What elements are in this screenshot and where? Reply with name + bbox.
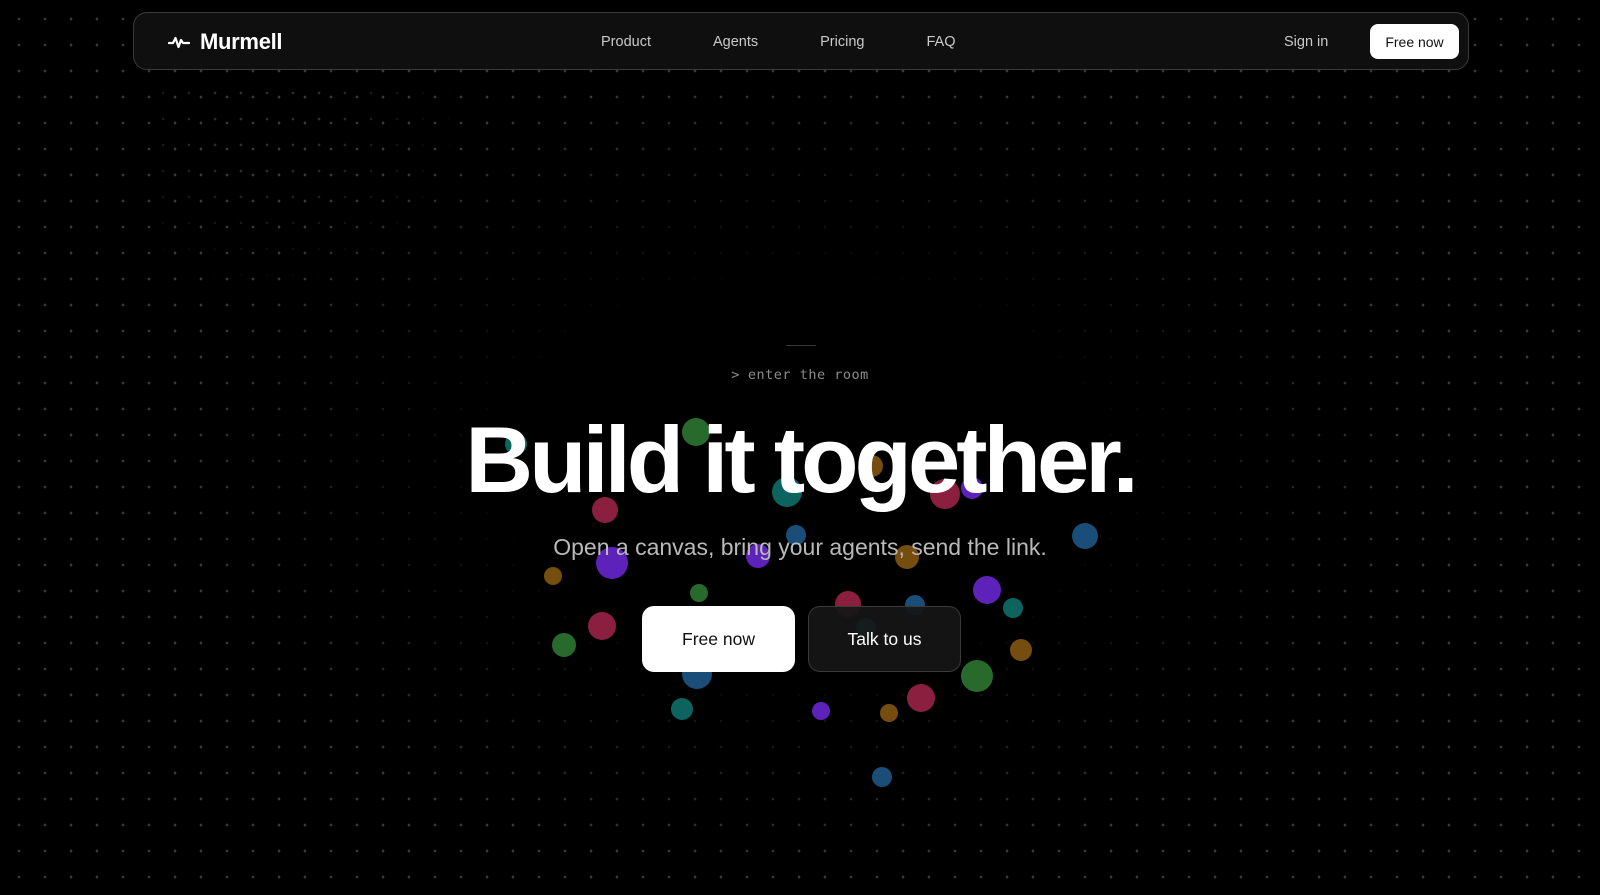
landing-page: Murmell Product Agents Pricing FAQ Sign …: [0, 0, 1600, 895]
orb: [1003, 598, 1023, 618]
orb: [552, 633, 576, 657]
orb: [544, 567, 562, 585]
orb: [961, 660, 993, 692]
orb: [973, 576, 1001, 604]
orb: [588, 612, 616, 640]
talk-to-us-button[interactable]: Talk to us: [808, 606, 961, 672]
orb: [671, 698, 693, 720]
orb: [872, 767, 892, 787]
orb: [812, 702, 830, 720]
orb: [907, 684, 935, 712]
orb: [1010, 639, 1032, 661]
hero-headline: Build it together.: [465, 407, 1139, 512]
orb: [690, 584, 708, 602]
hero-subhead: Open a canvas, bring your agents, send t…: [553, 534, 1047, 560]
free-now-button[interactable]: Free now: [642, 606, 795, 672]
orb: [880, 704, 898, 722]
